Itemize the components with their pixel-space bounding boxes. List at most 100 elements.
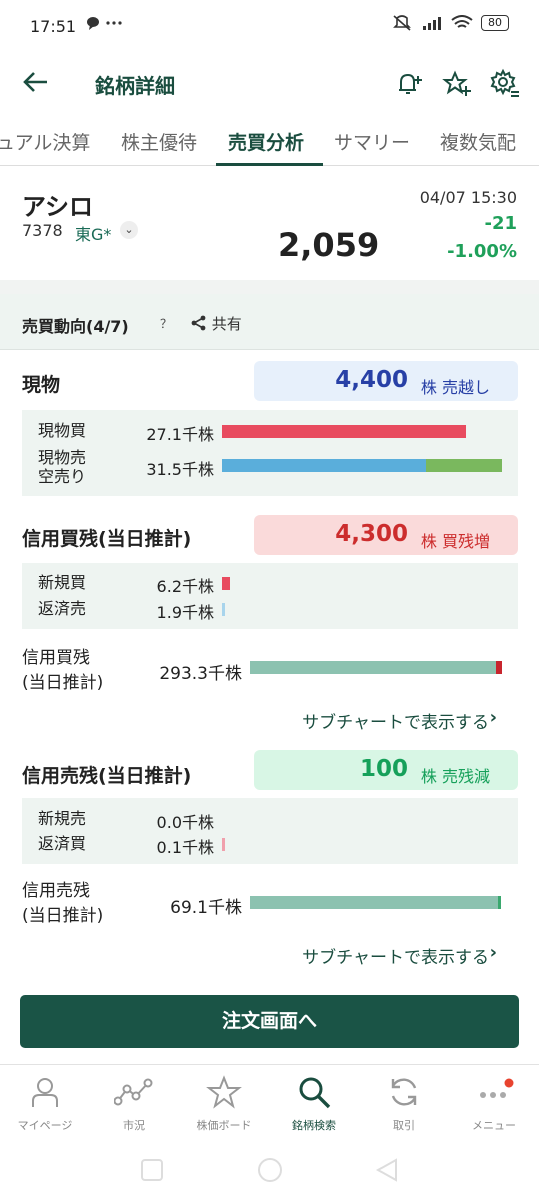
new-buy-label: 新規買 <box>38 573 87 592</box>
nav-mypage[interactable]: マイページ <box>0 1071 90 1133</box>
repay-buy-label: 返済買 <box>38 834 87 853</box>
nav-price-board[interactable]: 株価ボード <box>179 1071 269 1133</box>
share-button[interactable]: 共有 <box>191 313 242 334</box>
back-triangle-icon[interactable] <box>375 1158 397 1182</box>
nav-menu-label: メニュー <box>472 1119 516 1132</box>
spot-badge: 4,400 株 売越し <box>254 361 518 401</box>
chevron-down-icon[interactable]: ⌄ <box>120 221 138 239</box>
home-icon[interactable] <box>258 1158 282 1182</box>
margin-sell-balance-label: 信用売残 <box>22 881 90 901</box>
margin-buy-title: 信用買残(当日推計) <box>22 528 192 550</box>
more-dots-icon <box>480 1078 514 1098</box>
nav-market-label: 市況 <box>123 1119 145 1132</box>
nav-stock-search[interactable]: 銘柄検索 <box>269 1071 359 1133</box>
status-time: 17:51 <box>30 17 77 36</box>
margin-sell-title: 信用売残(当日推計) <box>22 765 192 787</box>
status-bar: 17:51 80 <box>0 0 539 56</box>
tab-multiple-quotes[interactable]: 複数気配 <box>440 128 516 155</box>
margin-sell-subchart-link[interactable]: サブチャートで表示する <box>302 943 489 968</box>
settings-gear-icon[interactable] <box>489 68 521 100</box>
margin-sell-balance-sublabel: (当日推計) <box>22 906 104 926</box>
app-header: 銘柄詳細 <box>0 56 539 112</box>
margin-buy-balance-bar <box>250 661 496 674</box>
repay-sell-bar <box>222 603 225 616</box>
tab-shareholder-benefits[interactable]: 株主優待 <box>121 128 197 155</box>
spot-badge-value: 4,400 <box>335 367 408 393</box>
person-icon <box>32 1078 58 1107</box>
margin-buy-badge-value: 4,300 <box>335 521 408 547</box>
price-change: -21 <box>484 213 517 234</box>
margin-sell-decrease-bar <box>498 896 501 909</box>
price-change-percent: -1.00% <box>447 241 517 262</box>
nav-trade[interactable]: 取引 <box>359 1071 449 1133</box>
margin-sell-breakdown: 新規売 0.0千株 返済買 0.1千株 <box>22 798 518 864</box>
order-screen-button[interactable]: 注文画面へ <box>20 995 519 1048</box>
battery-indicator: 80 <box>481 15 509 31</box>
tab-dual-earnings[interactable]: ュアル決算 <box>0 128 90 155</box>
stock-price: 2,059 <box>278 226 380 264</box>
margin-buy-breakdown: 新規買 6.2千株 返済売 1.9千株 <box>22 563 518 629</box>
repay-buy-bar <box>222 838 225 851</box>
search-icon <box>299 1077 331 1109</box>
recent-apps-icon[interactable] <box>141 1159 163 1181</box>
stock-name: アシロ <box>22 193 94 221</box>
page-title: 銘柄詳細 <box>95 74 175 98</box>
signal-icon <box>423 17 441 30</box>
nav-mypage-label: マイページ <box>17 1119 73 1132</box>
spot-buy-label: 現物買 <box>38 421 87 440</box>
margin-sell-balance-bar <box>250 896 500 909</box>
system-navigation-bar <box>0 1146 539 1200</box>
margin-sell-badge: 100 株 売残減 <box>254 750 518 790</box>
trade-trend-header: 売買動向(4/7) ？ 共有 <box>0 294 539 350</box>
share-icon <box>191 315 206 331</box>
nav-menu[interactable]: メニュー <box>449 1071 539 1133</box>
price-datetime: 04/07 15:30 <box>419 188 517 207</box>
margin-buy-subchart-link[interactable]: サブチャートで表示する <box>302 708 489 733</box>
nav-price-board-label: 株価ボード <box>196 1119 252 1132</box>
help-icon[interactable]: ？ <box>160 315 172 332</box>
back-arrow-icon[interactable] <box>22 68 50 101</box>
nav-market[interactable]: 市況 <box>89 1071 179 1133</box>
add-favorite-star-icon[interactable] <box>441 68 473 100</box>
nav-stock-search-label: 銘柄検索 <box>292 1119 336 1132</box>
market-chart-icon <box>114 1078 153 1106</box>
mute-icon <box>393 15 411 31</box>
new-buy-value: 6.2千株 <box>156 577 214 596</box>
trade-trend-label: 売買動向(4/7) <box>22 317 129 336</box>
spot-badge-unit: 株 売越し <box>420 378 490 397</box>
spot-sell-label: 現物売 <box>38 448 87 467</box>
tab-trade-analysis[interactable]: 売買分析 <box>228 128 304 155</box>
new-sell-label: 新規売 <box>38 809 87 828</box>
spot-buy-bar <box>222 425 466 438</box>
spot-sell-bar <box>222 459 426 472</box>
nav-trade-label: 取引 <box>393 1119 415 1132</box>
chevron-right-icon[interactable]: › <box>490 942 497 963</box>
margin-buy-balance-value: 293.3千株 <box>159 664 242 684</box>
repay-buy-value: 0.1千株 <box>156 838 214 857</box>
margin-buy-badge: 4,300 株 買残増 <box>254 515 518 555</box>
margin-buy-badge-unit: 株 買残増 <box>420 532 490 551</box>
chevron-right-icon[interactable]: › <box>490 707 497 728</box>
margin-buy-balance-label: 信用買残 <box>22 648 90 668</box>
chat-bubble-icon <box>87 17 122 30</box>
margin-sell-badge-value: 100 <box>359 756 408 782</box>
repay-sell-value: 1.9千株 <box>156 603 214 622</box>
new-sell-value: 0.0千株 <box>156 813 214 832</box>
margin-sell-badge-unit: 株 売残減 <box>420 767 490 786</box>
short-sell-bar <box>426 459 502 472</box>
add-alert-bell-icon[interactable] <box>393 68 425 100</box>
share-label: 共有 <box>211 315 242 333</box>
tab-summary[interactable]: サマリー <box>334 128 410 155</box>
star-icon <box>206 1075 242 1109</box>
status-right: 80 <box>391 14 509 32</box>
bottom-navigation: マイページ 市況 株価ボード 銘柄検索 取引 メニュー <box>0 1064 539 1146</box>
margin-buy-increase-bar <box>496 661 502 674</box>
market-selector[interactable]: 東G* <box>75 221 111 245</box>
refresh-icon <box>391 1078 417 1106</box>
wifi-icon <box>451 15 473 28</box>
margin-sell-balance-value: 69.1千株 <box>170 898 242 918</box>
repay-sell-label: 返済売 <box>38 599 87 618</box>
spot-buy-value: 27.1千株 <box>146 425 214 444</box>
margin-buy-balance-sublabel: (当日推計) <box>22 673 104 693</box>
stock-code: 7378 <box>22 221 63 240</box>
